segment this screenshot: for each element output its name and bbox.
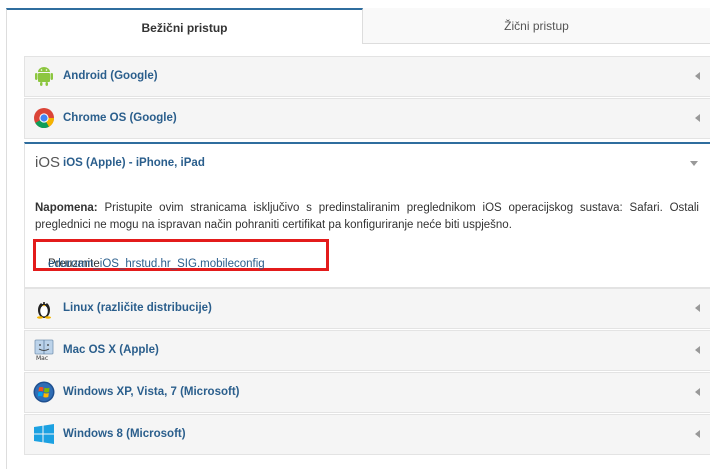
accordion-item-chrome-os[interactable]: Chrome OS (Google) (24, 98, 710, 139)
download-suffix: . (48, 258, 52, 270)
ios-icon: iOS (35, 154, 61, 171)
chevron-left-icon (695, 346, 700, 354)
accordion-label: iOS (Apple) - iPhone, iPad (63, 157, 205, 169)
tab-panel: Android (Google) Chrome OS (Google) iOS (6, 44, 710, 469)
accordion-label: Chrome OS (Google) (63, 112, 177, 124)
accordion-label: Linux (različite distribucije) (63, 302, 212, 314)
accordion-item-windows-8[interactable]: Windows 8 (Microsoft) (24, 414, 710, 455)
windows7-icon (33, 381, 55, 403)
accordion-item-mac-os-x[interactable]: Mac Mac OS X (Apple) (24, 330, 710, 371)
download-link[interactable]: eduroam_iOS_hrstud.hr_SIG.mobileconfig (48, 258, 265, 270)
accordion-label: Mac OS X (Apple) (63, 344, 159, 356)
accordion-item-windows-7[interactable]: Windows XP, Vista, 7 (Microsoft) (24, 372, 710, 413)
linux-icon (33, 297, 55, 319)
svg-text:Mac: Mac (36, 355, 48, 361)
note-text: Pristupite ovim stranicama isključivo s … (35, 202, 699, 231)
windows8-icon (33, 423, 55, 445)
chevron-left-icon (695, 114, 700, 122)
accordion-label: Android (Google) (63, 70, 158, 82)
download-highlight-box: Preuzmite eduroam_iOS_hrstud.hr_SIG.mobi… (33, 239, 329, 271)
chevron-down-icon (690, 161, 698, 166)
chrome-icon (33, 107, 55, 129)
chevron-left-icon (695, 304, 700, 312)
tab-bar: Bežični pristup Žični pristup (6, 8, 710, 44)
note-label: Napomena: (35, 202, 98, 214)
tab-wireless[interactable]: Bežični pristup (6, 8, 363, 44)
accordion-header-ios[interactable]: iOS iOS (Apple) - iPhone, iPad (25, 144, 710, 184)
mac-icon: Mac (33, 339, 55, 362)
chevron-left-icon (695, 388, 700, 396)
accordion-label: Windows 8 (Microsoft) (63, 428, 186, 440)
accordion-item-linux[interactable]: Linux (različite distribucije) (24, 288, 710, 329)
chevron-left-icon (695, 72, 700, 80)
chevron-left-icon (695, 430, 700, 438)
accordion-item-android[interactable]: Android (Google) (24, 56, 710, 97)
ios-note: Napomena: Pristupite ovim stranicama isk… (35, 200, 699, 234)
accordion-label: Windows XP, Vista, 7 (Microsoft) (63, 386, 240, 398)
accordion-item-ios: iOS iOS (Apple) - iPhone, iPad Napomena:… (24, 142, 710, 288)
tab-wired[interactable]: Žični pristup (363, 8, 710, 44)
android-icon (33, 65, 55, 87)
